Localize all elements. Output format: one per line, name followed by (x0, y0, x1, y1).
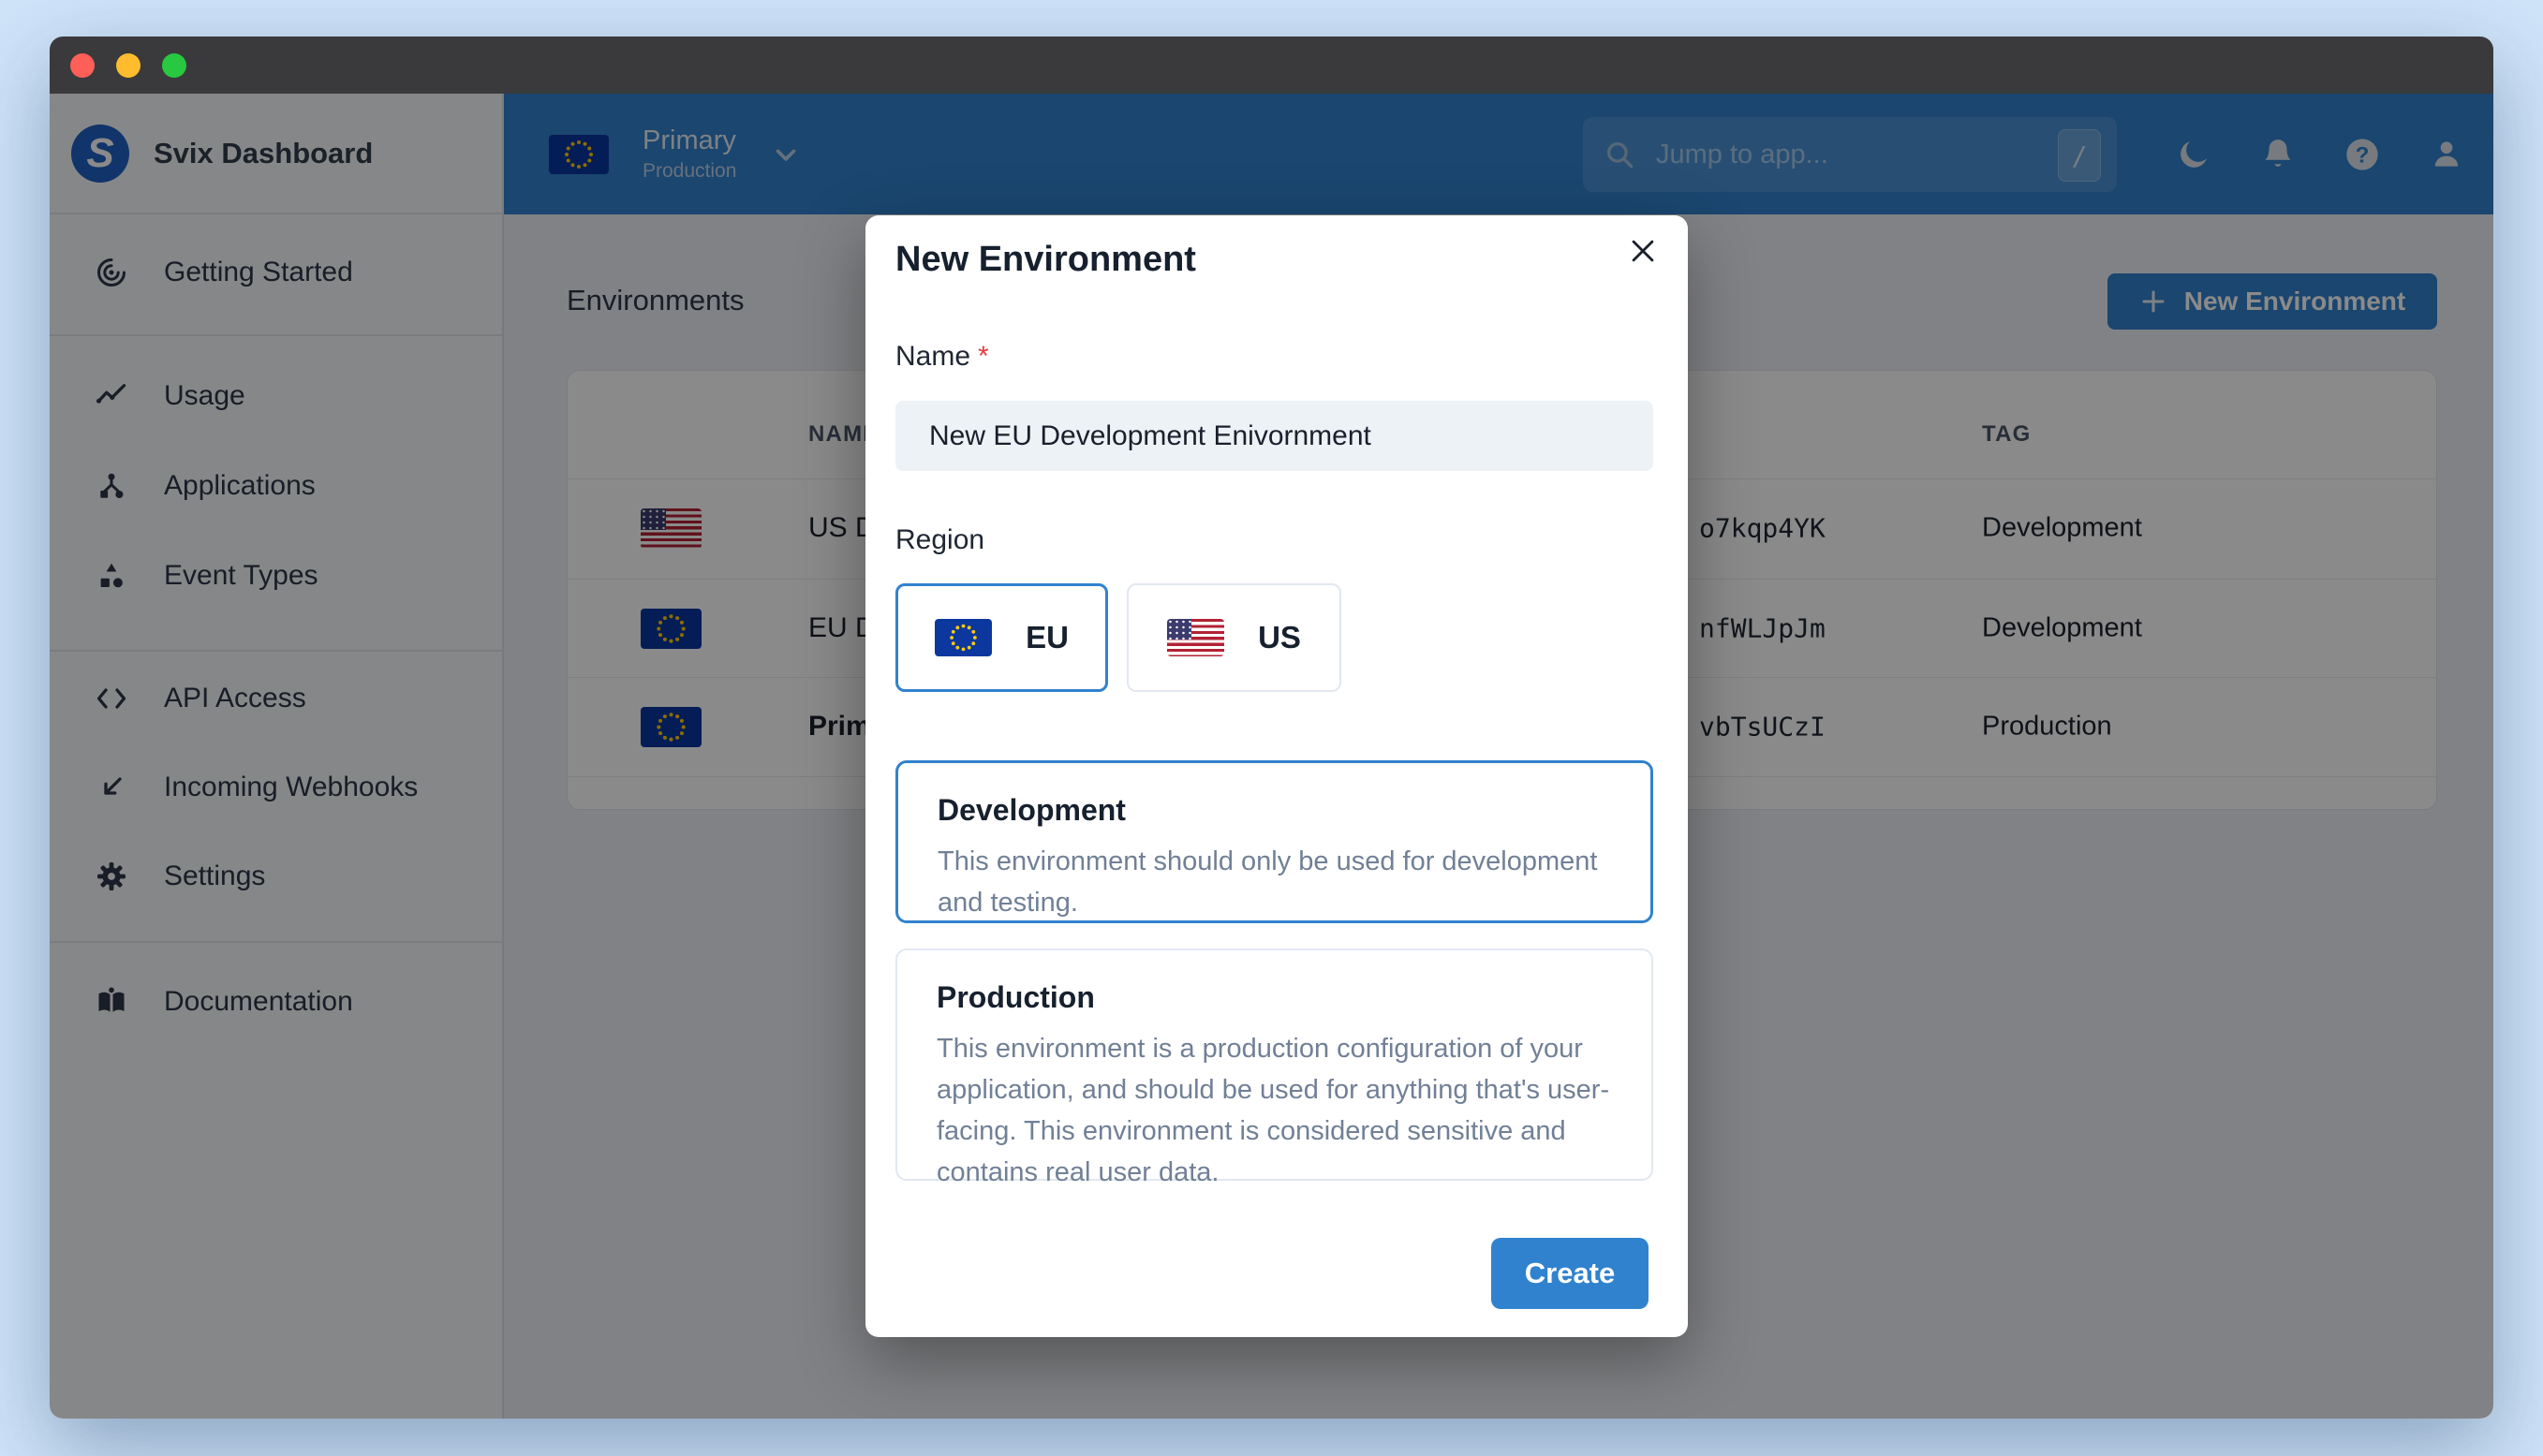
environment-type-development[interactable]: Development This environment should only… (895, 760, 1653, 923)
app-window: S Svix Dashboard Getting Started Usage A… (50, 37, 2493, 1419)
development-description: This environment should only be used for… (938, 846, 1598, 918)
region-eu-label: EU (1026, 620, 1069, 654)
create-button-label: Create (1524, 1257, 1616, 1289)
region-field-label: Region (895, 524, 985, 555)
environment-type-production[interactable]: Production This environment is a product… (895, 949, 1653, 1187)
production-description: This environment is a production configu… (937, 1034, 1610, 1187)
name-label-text: Name (895, 341, 971, 372)
desktop: S Svix Dashboard Getting Started Usage A… (0, 0, 2543, 1456)
required-marker: * (978, 341, 989, 372)
region-us-label: US (1258, 620, 1301, 654)
window-titlebar (50, 37, 2493, 94)
modal-title: New Environment (895, 240, 1196, 279)
production-title: Production (937, 980, 1095, 1014)
name-input-value: New EU Development Enivornment (929, 419, 1371, 451)
us-flag (1167, 619, 1225, 656)
create-button[interactable]: Create (1491, 1238, 1649, 1309)
close-icon (1632, 240, 1654, 262)
close-window-button[interactable] (70, 52, 95, 78)
app-body: S Svix Dashboard Getting Started Usage A… (50, 94, 2493, 1419)
name-input[interactable]: New EU Development Enivornment (895, 401, 1653, 471)
new-environment-modal: New Environment Name * New EU Development… (865, 215, 1688, 1337)
maximize-window-button[interactable] (162, 52, 186, 78)
development-title: Development (938, 793, 1126, 827)
modal-close-button[interactable] (1620, 228, 1665, 273)
minimize-window-button[interactable] (116, 52, 140, 78)
eu-flag (935, 619, 993, 656)
region-option-us[interactable]: US (1127, 583, 1341, 692)
region-option-eu[interactable]: EU (895, 583, 1108, 692)
name-field-label: Name * (895, 341, 989, 373)
